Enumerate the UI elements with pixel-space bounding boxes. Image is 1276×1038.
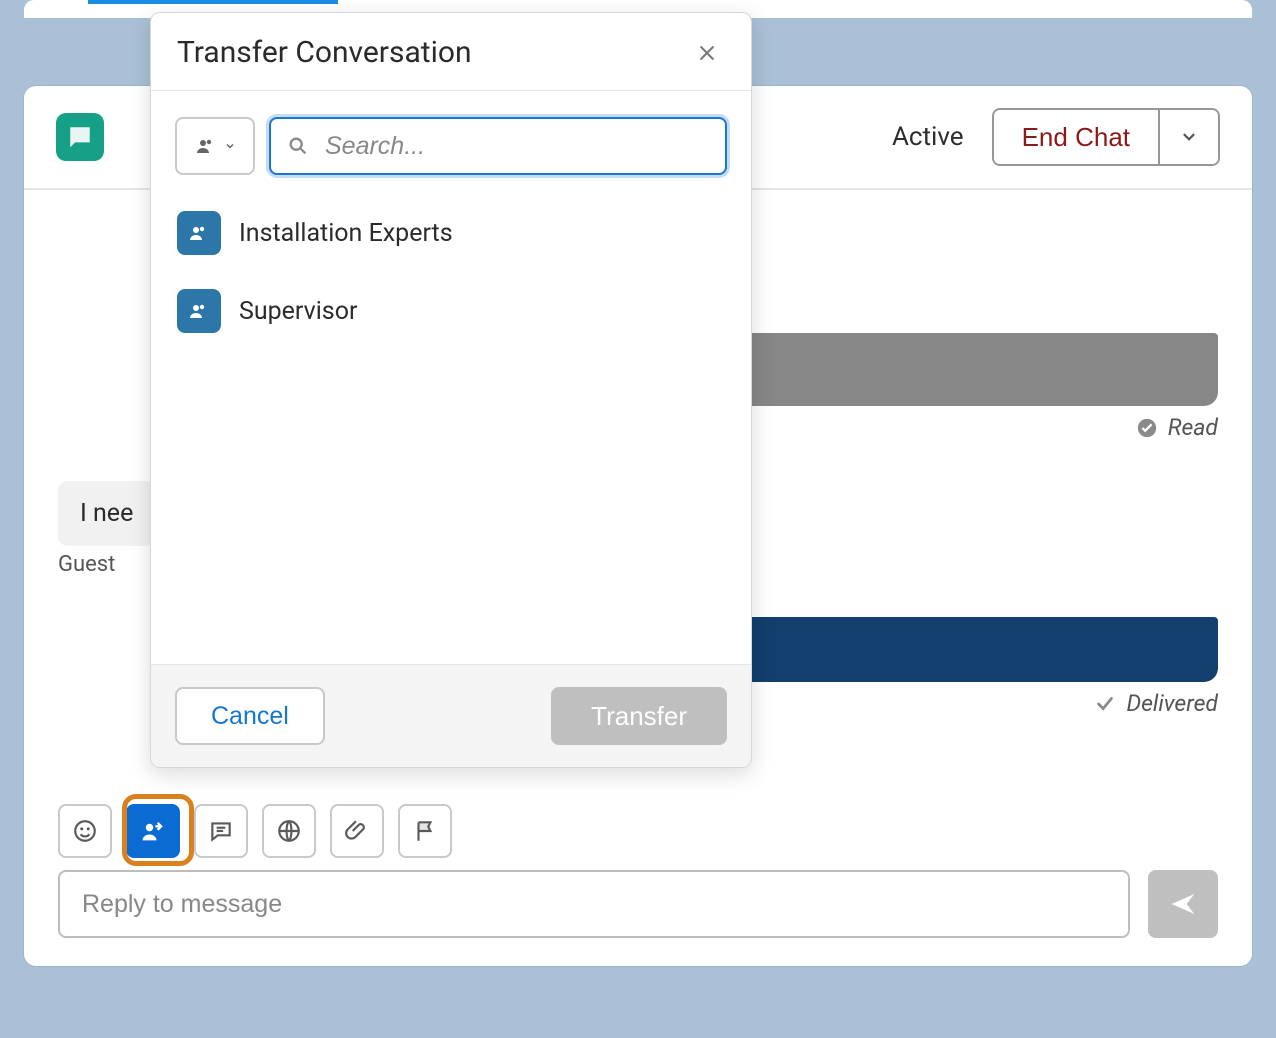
flag-icon: [412, 818, 438, 844]
quick-text-button[interactable]: [194, 804, 248, 858]
end-chat-button[interactable]: End Chat: [994, 110, 1160, 164]
queue-filter-button[interactable]: [175, 117, 255, 175]
queue-label: Supervisor: [239, 297, 357, 326]
flag-button[interactable]: [398, 804, 452, 858]
read-check-icon: [1136, 417, 1158, 439]
bot-status-text: Read: [1168, 414, 1218, 441]
transfer-button[interactable]: [126, 804, 180, 858]
cancel-button[interactable]: Cancel: [175, 687, 325, 745]
modal-footer: Cancel Transfer: [151, 664, 751, 767]
search-icon: [287, 135, 309, 157]
paperclip-icon: [344, 818, 370, 844]
close-icon: [697, 43, 717, 63]
active-tab-accent: [88, 0, 338, 4]
emoji-icon: [72, 818, 98, 844]
agent-status-text: Delivered: [1126, 690, 1218, 717]
guest-message-bubble: I nee: [58, 481, 155, 546]
queue-option-supervisor[interactable]: Supervisor: [173, 283, 729, 339]
search-wrap: [269, 117, 727, 175]
transfer-conversation-modal: Transfer Conversation Install: [150, 12, 752, 768]
queue-option-installation-experts[interactable]: Installation Experts: [173, 205, 729, 261]
transfer-icon: [139, 817, 167, 845]
globe-icon: [276, 818, 302, 844]
queue-icon: [177, 289, 221, 333]
chevron-down-icon: [224, 140, 236, 152]
emoji-button[interactable]: [58, 804, 112, 858]
conversation-icon: [56, 113, 104, 161]
reply-row: [58, 870, 1218, 938]
guest-message-text: I nee: [80, 499, 133, 528]
queue-icon: [177, 211, 221, 255]
modal-option-list: Installation Experts Supervisor: [151, 187, 751, 357]
send-button[interactable]: [1148, 870, 1218, 938]
modal-close-button[interactable]: [689, 39, 725, 67]
queue-label: Installation Experts: [239, 219, 453, 248]
modal-title: Transfer Conversation: [177, 35, 472, 70]
end-chat-dropdown[interactable]: [1160, 110, 1218, 164]
people-icon: [194, 134, 218, 158]
chat-bubble-icon: [208, 818, 234, 844]
modal-header: Transfer Conversation: [151, 13, 751, 91]
search-input[interactable]: [269, 117, 727, 175]
transfer-submit-button[interactable]: Transfer: [551, 687, 727, 745]
chevron-down-icon: [1180, 128, 1198, 146]
modal-search-row: [151, 91, 751, 187]
send-icon: [1168, 889, 1198, 919]
globe-button[interactable]: [262, 804, 316, 858]
chat-status-label: Active: [892, 122, 964, 152]
delivered-check-icon: [1094, 693, 1116, 715]
reply-input[interactable]: [58, 870, 1130, 938]
end-chat-group: End Chat: [992, 108, 1220, 166]
attachment-button[interactable]: [330, 804, 384, 858]
chat-toolbar: [58, 804, 452, 858]
